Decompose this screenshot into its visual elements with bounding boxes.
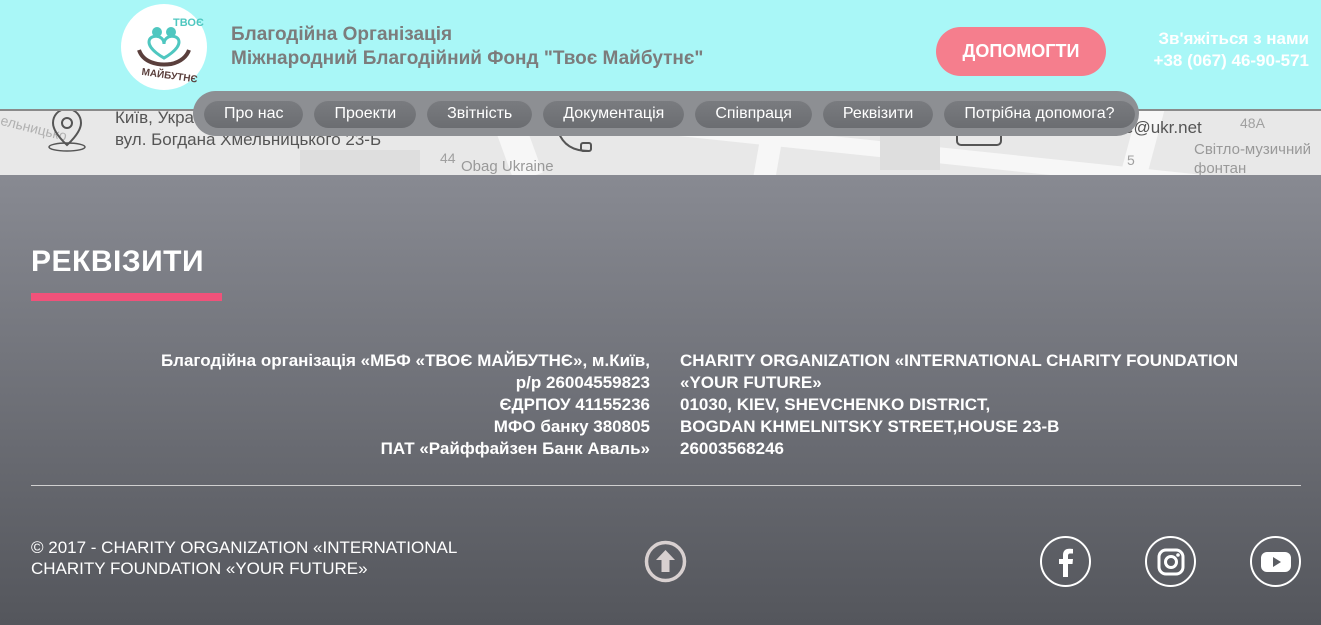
map-fountain-line: фонтан xyxy=(1194,160,1247,175)
requisites-line: 01030, KIEV, SHEVCHENKO DISTRICT, xyxy=(680,395,991,414)
map-poi-label: Obag Ukraine xyxy=(461,158,554,175)
contact-phone[interactable]: +38 (067) 46-90-571 xyxy=(1154,50,1309,72)
contact-block: Зв'яжіться з нами +38 (067) 46-90-571 xyxy=(1154,28,1309,72)
arrow-up-circle-icon xyxy=(644,540,687,583)
main-navigation: Про нас Проекти Звітність Документація С… xyxy=(193,91,1139,136)
map-building-number: 5 xyxy=(1127,152,1135,168)
facebook-link[interactable] xyxy=(1040,536,1091,587)
scroll-to-top-button[interactable] xyxy=(644,540,687,583)
nav-item-requisites[interactable]: Реквізити xyxy=(822,99,934,128)
logo-emblem-icon: ТВОЄ МАЙБУТНЄ xyxy=(137,17,204,86)
requisites-ukrainian: Благодійна організація «МБФ «ТВОЄ МАЙБУТ… xyxy=(161,350,650,460)
requisites-english: CHARITY ORGANIZATION «INTERNATIONAL CHAR… xyxy=(680,350,1260,460)
location-pin-icon xyxy=(48,107,86,152)
footer-divider xyxy=(31,485,1301,486)
nav-item-need-help[interactable]: Потрібна допомога? xyxy=(944,99,1135,128)
map-fountain-label: Світло-музичний фонтан xyxy=(1194,140,1311,175)
organization-name: Благодійна Організація Міжнародний Благо… xyxy=(231,23,703,71)
logo-text-top: ТВОЄ xyxy=(173,17,204,29)
map-fountain-line: Світло-музичний xyxy=(1194,141,1312,158)
copyright-line: CHARITY FOUNDATION «YOUR FUTURE» xyxy=(31,559,368,578)
nav-item-about[interactable]: Про нас xyxy=(204,99,304,128)
requisites-title: РЕКВІЗИТИ xyxy=(31,245,205,278)
requisites-line: BOGDAN KHMELNITSKY STREET,HOUSE 23-B xyxy=(680,417,1060,436)
copyright-line: © 2017 - CHARITY ORGANIZATION «INTERNATI… xyxy=(31,538,458,557)
organization-name-line1: Благодійна Організація xyxy=(231,24,453,45)
donate-button[interactable]: ДОПОМОГТИ xyxy=(936,27,1106,76)
requisites-line: ПАТ «Райффайзен Банк Аваль» xyxy=(380,439,650,458)
requisites-line: 26003568246 xyxy=(680,439,785,458)
title-underline xyxy=(31,293,222,301)
nav-item-projects[interactable]: Проекти xyxy=(314,99,417,128)
logo-text-bottom: МАЙБУТНЄ xyxy=(141,65,199,86)
site-footer: РЕКВІЗИТИ Благодійна організація «МБФ «Т… xyxy=(0,175,1321,625)
map-building xyxy=(300,150,420,175)
requisites-line: МФО банку 380805 xyxy=(493,417,650,436)
organization-name-line2: Міжнародний Благодійний Фонд "Твоє Майбу… xyxy=(231,48,704,69)
map-building xyxy=(880,130,940,170)
requisites-line: ЄДРПОУ 41155236 xyxy=(499,395,650,414)
instagram-link[interactable] xyxy=(1145,536,1196,587)
nav-item-cooperation[interactable]: Співпраця xyxy=(695,99,812,128)
copyright-text: © 2017 - CHARITY ORGANIZATION «INTERNATI… xyxy=(31,537,457,579)
contact-label: Зв'яжіться з нами xyxy=(1158,29,1309,48)
facebook-icon xyxy=(1058,548,1073,577)
requisites-line: CHARITY ORGANIZATION «INTERNATIONAL CHAR… xyxy=(680,351,1239,392)
youtube-icon xyxy=(1260,551,1291,572)
instagram-icon xyxy=(1157,548,1184,575)
map-building-number: 44 xyxy=(440,150,456,166)
map-building-number: 48А xyxy=(1240,115,1265,131)
nav-item-documentation[interactable]: Документація xyxy=(543,99,685,128)
site-logo[interactable]: ТВОЄ МАЙБУТНЄ xyxy=(121,4,207,90)
youtube-link[interactable] xyxy=(1250,536,1301,587)
requisites-line: Благодійна організація «МБФ «ТВОЄ МАЙБУТ… xyxy=(160,351,650,370)
requisites-line: р/р 26004559823 xyxy=(515,373,650,392)
nav-item-reports[interactable]: Звітність xyxy=(427,99,533,128)
